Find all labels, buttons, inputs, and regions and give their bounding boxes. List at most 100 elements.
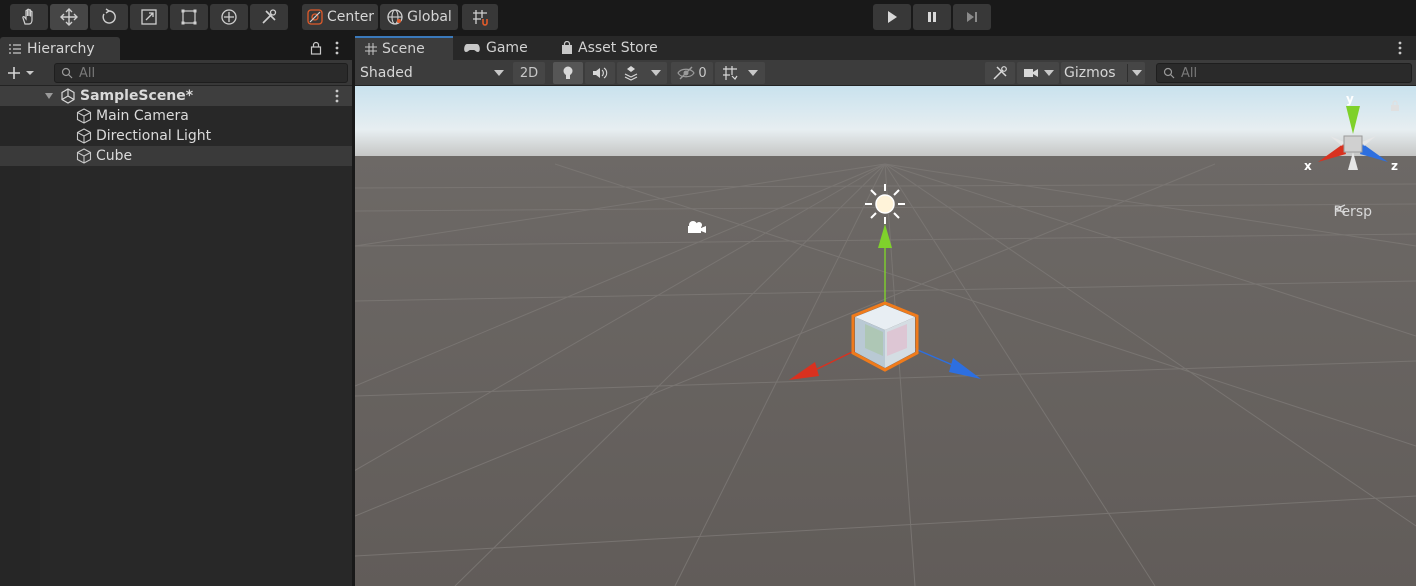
- audio-toggle[interactable]: [585, 62, 615, 84]
- x-axis-label: x: [1304, 159, 1312, 173]
- hierarchy-scene-row[interactable]: SampleScene*: [0, 86, 352, 106]
- directional-light-gizmo[interactable]: [865, 184, 905, 224]
- x-axis-cone[interactable]: [1318, 144, 1346, 162]
- chevron-down-icon: [651, 70, 661, 76]
- tab-hierarchy[interactable]: Hierarchy: [0, 37, 120, 60]
- hand-icon: [22, 8, 33, 25]
- grid-snapping-dropdown[interactable]: [715, 62, 765, 84]
- tab-game[interactable]: Game: [453, 36, 545, 60]
- y-axis-cone[interactable]: [1346, 106, 1360, 134]
- tab-game-label: Game: [486, 40, 528, 56]
- hierarchy-item-directional-light[interactable]: Directional Light: [0, 126, 352, 146]
- pause-icon: [928, 12, 936, 22]
- chevron-down-icon: [748, 70, 758, 76]
- scene-panel: Scene Game Asset Store Shaded 2D 0 Gizmo…: [355, 36, 1416, 586]
- scene-toolbar: Shaded 2D 0 Gizmos All: [355, 60, 1416, 86]
- hierarchy-tabbar: Hierarchy: [0, 36, 352, 60]
- expand-triangle-icon[interactable]: [44, 91, 54, 101]
- lightbulb-icon: [563, 66, 573, 79]
- sky: [355, 86, 1416, 166]
- projection-toggle[interactable]: Persp: [1334, 204, 1373, 220]
- neg-x-cone[interactable]: [1330, 136, 1344, 146]
- transform-tool-button[interactable]: [210, 4, 248, 30]
- scene-search-placeholder: All: [1181, 65, 1198, 81]
- z-axis-cone[interactable]: [1360, 144, 1388, 162]
- pivot-mode-button[interactable]: Center: [302, 4, 378, 30]
- more-vertical-icon[interactable]: [334, 40, 340, 56]
- rotate-icon: [102, 8, 116, 24]
- search-icon: [61, 67, 73, 79]
- rect-tool-button[interactable]: [170, 4, 208, 30]
- rotate-tool-button[interactable]: [90, 4, 128, 30]
- gamepad-icon: [464, 44, 480, 52]
- grid-snap-button[interactable]: [462, 4, 498, 30]
- shopping-bag-icon: [562, 41, 572, 54]
- tab-asset-store[interactable]: Asset Store: [551, 36, 671, 60]
- step-forward-icon: [967, 12, 977, 22]
- hierarchy-item-main-camera[interactable]: Main Camera: [0, 106, 352, 126]
- hierarchy-item-label: Main Camera: [96, 108, 189, 124]
- gameobject-cube-icon: [76, 148, 92, 164]
- create-add-icon[interactable]: [6, 65, 34, 81]
- gizmo-center-cube[interactable]: [1343, 135, 1363, 153]
- scene-name: SampleScene*: [80, 88, 194, 104]
- hierarchy-search-input[interactable]: All: [54, 63, 348, 83]
- gizmo-lock-icon[interactable]: [1390, 100, 1400, 112]
- grid-icon: [723, 66, 738, 80]
- eye-slash-icon: [677, 66, 696, 80]
- unity-scene-icon: [61, 88, 75, 104]
- transform-icon: [221, 9, 237, 25]
- play-button[interactable]: [873, 4, 911, 30]
- tab-scene-label: Scene: [382, 41, 425, 57]
- pivot-rotation-button[interactable]: Global: [380, 4, 458, 30]
- scene-more-icon[interactable]: [334, 88, 340, 104]
- wrench-screwdriver-icon: [262, 9, 277, 24]
- gizmos-label: Gizmos: [1064, 65, 1116, 81]
- lock-icon[interactable]: [310, 41, 322, 55]
- neg-y-cone[interactable]: [1348, 152, 1358, 170]
- scene-tools-button[interactable]: [985, 62, 1015, 84]
- hand-tool-button[interactable]: [10, 4, 48, 30]
- 2d-mode-label: 2D: [519, 65, 539, 81]
- layers-effects-icon: [624, 66, 638, 81]
- tools-icon: [993, 66, 1007, 80]
- orientation-gizmo[interactable]: [1310, 92, 1400, 182]
- 2d-mode-button[interactable]: 2D: [513, 62, 545, 84]
- scene-search-input[interactable]: All: [1156, 63, 1412, 83]
- camera-settings-dropdown[interactable]: [1017, 62, 1059, 84]
- scale-tool-button[interactable]: [130, 4, 168, 30]
- step-button[interactable]: [953, 4, 991, 30]
- move-arrows-icon: [60, 8, 78, 26]
- rect-transform-icon: [181, 9, 197, 25]
- hierarchy-item-cube[interactable]: Cube: [0, 146, 352, 166]
- gameobject-cube-icon: [76, 108, 92, 124]
- scene-tabbar: Scene Game Asset Store: [355, 36, 1416, 60]
- hidden-objects-toggle[interactable]: 0: [671, 62, 713, 84]
- chevron-down-icon: [1132, 70, 1142, 76]
- custom-tool-button[interactable]: [250, 4, 288, 30]
- hierarchy-item-label: Cube: [96, 148, 133, 164]
- scene-viewport[interactable]: y x z Persp: [355, 86, 1416, 586]
- tab-scene[interactable]: Scene: [355, 36, 453, 60]
- effects-dropdown[interactable]: [617, 62, 667, 84]
- grid-snap-icon: [473, 10, 488, 26]
- shading-mode-dropdown[interactable]: Shaded: [360, 62, 506, 84]
- hierarchy-panel: Hierarchy All SampleScene* Main Camera D…: [0, 36, 352, 586]
- pause-button[interactable]: [913, 4, 951, 30]
- gizmos-dropdown[interactable]: Gizmos: [1061, 62, 1145, 84]
- panel-more-icon[interactable]: [1397, 40, 1403, 56]
- chevron-down-icon: [1043, 70, 1054, 76]
- hierarchy-list: SampleScene* Main Camera Directional Lig…: [0, 86, 352, 586]
- scene-grid-icon: [365, 43, 377, 55]
- move-tool-button[interactable]: [50, 4, 88, 30]
- neg-z-cone[interactable]: [1362, 136, 1376, 146]
- gameobject-cube-icon: [76, 128, 92, 144]
- pivot-mode-label: Center: [326, 9, 375, 25]
- tab-asset-store-label: Asset Store: [578, 40, 658, 56]
- scale-icon: [141, 9, 157, 25]
- y-axis-label: y: [1346, 92, 1354, 106]
- scene-canvas[interactable]: [355, 86, 1416, 586]
- lighting-toggle[interactable]: [553, 62, 583, 84]
- pivot-rotation-label: Global: [407, 9, 452, 25]
- hierarchy-item-label: Directional Light: [96, 128, 212, 144]
